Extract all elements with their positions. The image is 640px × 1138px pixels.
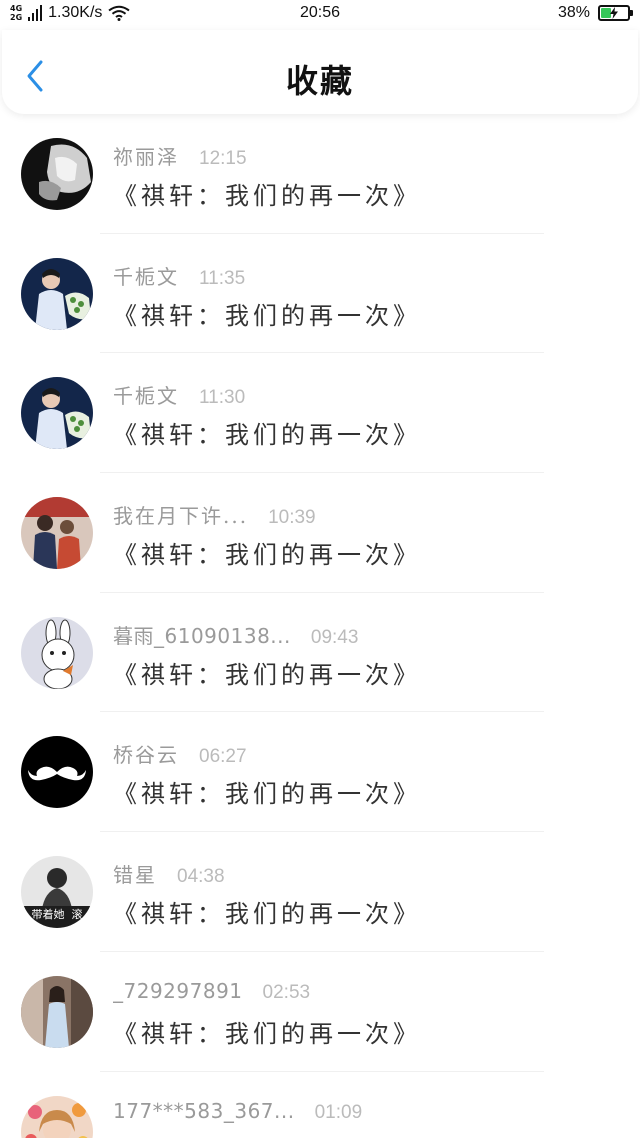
work-title[interactable]: 《祺轩：我们的再一次》 xyxy=(113,655,421,690)
user-name[interactable]: 177***583_367... xyxy=(113,1099,295,1123)
work-title[interactable]: 《祺轩：我们的再一次》 xyxy=(113,296,421,331)
work-title[interactable]: 《祺轩：我们的再一次》 xyxy=(113,774,421,809)
item-meta: 暮雨_61090138... 09:43 xyxy=(113,620,358,649)
favorites-list[interactable]: 祢丽泽 12:15 《祺轩：我们的再一次》 千栀文 11:35 《祺轩：我们的再一次》 千栀… xyxy=(0,114,640,1138)
list-item[interactable]: 桥谷云 06:27 《祺轩：我们的再一次》 xyxy=(0,712,640,833)
user-name[interactable]: 千栀文 xyxy=(113,380,179,409)
item-meta: 千栀文 11:35 xyxy=(113,261,245,290)
list-item[interactable]: _729297891 02:53 《祺轩：我们的再一次》 xyxy=(0,952,640,1072)
nav-bar: 收藏 xyxy=(2,30,638,114)
clock: 20:56 xyxy=(299,4,341,21)
list-item[interactable]: 千栀文 11:35 《祺轩：我们的再一次》 xyxy=(0,234,640,354)
avatar[interactable] xyxy=(21,736,93,809)
timestamp: 01:09 xyxy=(314,1101,363,1123)
work-title[interactable]: 《祺轩：我们的再一次》 xyxy=(113,1014,421,1049)
avatar-caption: 带着她 滚 xyxy=(31,908,83,922)
work-title[interactable]: 《祺轩：我们的再一次》 xyxy=(113,415,421,450)
battery-icon xyxy=(598,5,633,21)
work-title[interactable]: 《祺轩：我们的再一次》 xyxy=(113,894,421,929)
user-name[interactable]: _729297891 xyxy=(113,979,243,1003)
item-meta: 错星 04:38 xyxy=(113,859,225,888)
item-meta: 我在月下许... 10:39 xyxy=(113,500,316,529)
work-title[interactable]: 《祺轩：我们的再一次》 xyxy=(113,535,421,570)
timestamp: 04:38 xyxy=(177,866,225,888)
list-item[interactable]: 带着她 滚 错星 04:38 《祺轩：我们的再一次》 xyxy=(0,832,640,952)
timestamp: 10:39 xyxy=(268,507,316,529)
status-right: 38% xyxy=(557,4,633,22)
user-name[interactable]: 我在月下许... xyxy=(113,500,248,529)
work-title[interactable]: 《祺轩：我们的再一次》 xyxy=(113,176,421,211)
work-title[interactable]: 《祺轩：我们的再一次》 xyxy=(113,1134,421,1138)
user-name[interactable]: 祢丽泽 xyxy=(113,141,179,170)
timestamp: 06:27 xyxy=(199,746,247,768)
status-bar: 4G 2G 1.30K/s 20:56 38% xyxy=(0,0,640,30)
avatar[interactable] xyxy=(21,138,93,210)
item-meta: 祢丽泽 12:15 xyxy=(113,141,247,170)
timestamp: 09:43 xyxy=(310,626,359,648)
list-item[interactable]: 177***583_367... 01:09 《祺轩：我们的再一次》 xyxy=(0,1072,640,1138)
avatar[interactable] xyxy=(21,257,93,330)
avatar[interactable] xyxy=(21,377,93,450)
user-name[interactable]: 桥谷云 xyxy=(113,739,179,768)
user-name[interactable]: 暮雨_61090138... xyxy=(113,620,291,649)
avatar[interactable] xyxy=(21,975,93,1048)
battery-percent: 38% xyxy=(557,4,590,21)
list-item[interactable]: 我在月下许... 10:39 《祺轩：我们的再一次》 xyxy=(0,473,640,593)
list-item[interactable]: 暮雨_61090138... 09:43 《祺轩：我们的再一次》 xyxy=(0,593,640,713)
user-name[interactable]: 千栀文 xyxy=(113,261,179,290)
item-meta: 桥谷云 06:27 xyxy=(113,739,247,768)
page-title: 收藏 xyxy=(285,62,354,100)
item-meta: _729297891 02:53 xyxy=(113,979,310,1004)
list-item[interactable]: 祢丽泽 12:15 《祺轩：我们的再一次》 xyxy=(0,114,640,234)
charging-bolt-icon xyxy=(610,7,618,19)
timestamp: 02:53 xyxy=(262,981,311,1003)
avatar[interactable]: 带着她 滚 xyxy=(21,856,93,929)
timestamp: 11:30 xyxy=(199,387,246,409)
item-meta: 177***583_367... 01:09 xyxy=(113,1099,362,1124)
timestamp: 12:15 xyxy=(199,148,247,169)
list-item[interactable]: 千栀文 11:30 《祺轩：我们的再一次》 xyxy=(0,353,640,474)
item-meta: 千栀文 11:30 xyxy=(113,380,245,409)
user-name[interactable]: 错星 xyxy=(113,859,157,888)
avatar[interactable] xyxy=(21,497,93,570)
avatar[interactable] xyxy=(21,1095,93,1138)
timestamp: 11:35 xyxy=(199,267,246,289)
avatar[interactable] xyxy=(21,616,93,689)
